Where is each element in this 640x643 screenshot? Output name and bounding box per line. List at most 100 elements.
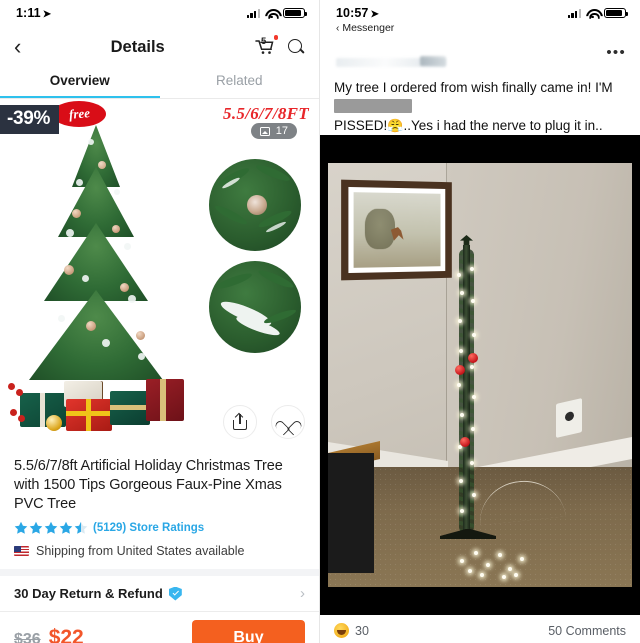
wall-outlet [556,397,582,439]
wifi-icon [586,8,599,19]
us-flag-icon [14,546,29,556]
star-rating [14,521,88,535]
price-group: $36 $22 [14,626,84,643]
product-info: 5.5/6/7/8ft Artificial Holiday Christmas… [0,447,319,558]
gallery-thumbnail-1[interactable] [209,159,301,251]
red-ornament [460,437,470,447]
chevron-right-icon: › [300,585,305,602]
tangled-lights-pile [450,541,546,581]
status-bar-time: 10:57 ➤ [336,6,379,20]
tab-related[interactable]: Related [160,68,320,98]
status-bar-left: 1:11 ➤ [0,0,319,26]
section-divider [0,569,319,576]
reactions[interactable]: 30 [334,623,369,638]
buy-button[interactable]: Buy [192,620,305,643]
shield-check-icon [168,586,182,601]
star-icon [29,521,43,535]
two-screenshot-collage: 1:11 ➤ ‹ Details 5 Overview Related -39%… [0,0,640,643]
navigation-bar: ‹ Details 5 [0,26,319,68]
signal-icon [246,8,260,18]
rating-count-label: (5129) Store Ratings [93,522,205,534]
free-badge-label: free [67,105,91,122]
skinny-christmas-tree [440,235,496,539]
post-header: ••• [320,34,640,78]
tree-pole [463,245,470,535]
signal-icon [567,8,581,18]
artwork [353,192,441,268]
product-main-image[interactable] [6,117,184,447]
artwork-tree [364,208,395,250]
page-title: Details [110,37,165,56]
reaction-count: 30 [355,623,369,638]
search-icon[interactable] [288,38,305,56]
nav-actions: 5 [254,35,305,57]
status-bar-indicators [246,7,308,19]
location-arrow-icon: ➤ [42,9,52,20]
more-options-icon[interactable]: ••• [606,45,626,60]
tab-active-indicator [0,95,160,98]
cabinet [328,453,374,573]
tab-bar: Overview Related [0,68,319,98]
return-policy-left: 30 Day Return & Refund [14,586,182,601]
gallery-thumbnail-2[interactable] [209,261,301,353]
pinecone-detail [247,195,267,215]
return-policy-row[interactable]: 30 Day Return & Refund › [0,576,319,611]
photo-icon [259,126,270,136]
original-price: $36 [14,631,41,643]
battery-icon [604,7,629,19]
battery-icon [283,7,308,19]
engagement-row: 30 50 Comments [320,615,640,643]
comments-count[interactable]: 50 Comments [548,624,626,638]
share-button[interactable] [223,405,257,439]
red-ornament [468,353,478,363]
location-arrow-icon: ➤ [370,9,379,20]
size-overlay-text: 5.5/6/7/8FT [223,104,309,123]
return-to-app-label: Messenger [342,22,395,34]
star-icon [14,521,28,535]
share-icon [233,414,247,430]
cart-icon[interactable]: 5 [254,35,278,57]
shipping-row: Shipping from United States available [14,544,305,558]
post-text-line-2b: ..Yes i had the nerve to plug it in.. [403,118,603,133]
return-policy-label: 30 Day Return & Refund [14,586,163,601]
post-image[interactable] [320,135,640,615]
return-to-messenger-link[interactable]: ‹ Messenger [320,22,640,34]
star-icon [44,521,58,535]
chevron-left-icon: ‹ [336,22,340,34]
blurred-author-meta [420,56,446,66]
product-gallery[interactable]: -39% free 5.5/6/7/8FT 17 [0,99,319,447]
christmas-tree-graphic [28,125,164,401]
post-text-line-2a: PISSED! [334,118,388,133]
rating-row[interactable]: (5129) Store Ratings [14,521,305,535]
free-badge: free [52,101,106,127]
gift-boxes-graphic [6,369,184,447]
star-icon-half [74,521,88,535]
redacted-block [334,99,412,113]
cart-badge-count: 5 [261,36,267,47]
back-button[interactable]: ‹ [14,36,21,58]
heart-icon [280,415,296,430]
status-bar-time: 1:11 ➤ [16,6,52,20]
shipping-label: Shipping from United States available [36,544,245,558]
framed-picture [341,179,452,281]
post-text-line-1: My tree I ordered from wish finally came… [334,80,613,95]
wifi-icon [265,8,278,19]
favorite-button[interactable] [271,405,305,439]
red-ornament [455,365,465,375]
cart-notification-dot [273,35,278,40]
tab-overview[interactable]: Overview [0,68,160,98]
discount-badge: -39% [0,105,60,134]
wish-product-details-screen: 1:11 ➤ ‹ Details 5 Overview Related -39%… [0,0,320,643]
photo-count-value: 17 [275,125,288,137]
star-icon [59,521,73,535]
haha-reaction-icon [334,623,349,638]
facebook-post-screen: 10:57 ➤ ‹ Messenger ••• My tree I ordered… [320,0,640,643]
photo-content [328,163,632,587]
angry-emoji: 😤 [387,118,404,133]
gallery-action-buttons [223,405,305,439]
status-bar-indicators [567,7,629,19]
sale-price: $22 [48,626,84,643]
buy-bar: $36 $22 Buy [0,612,319,643]
post-text: My tree I ordered from wish finally came… [320,78,640,135]
product-title: 5.5/6/7/8ft Artificial Holiday Christmas… [14,458,283,512]
